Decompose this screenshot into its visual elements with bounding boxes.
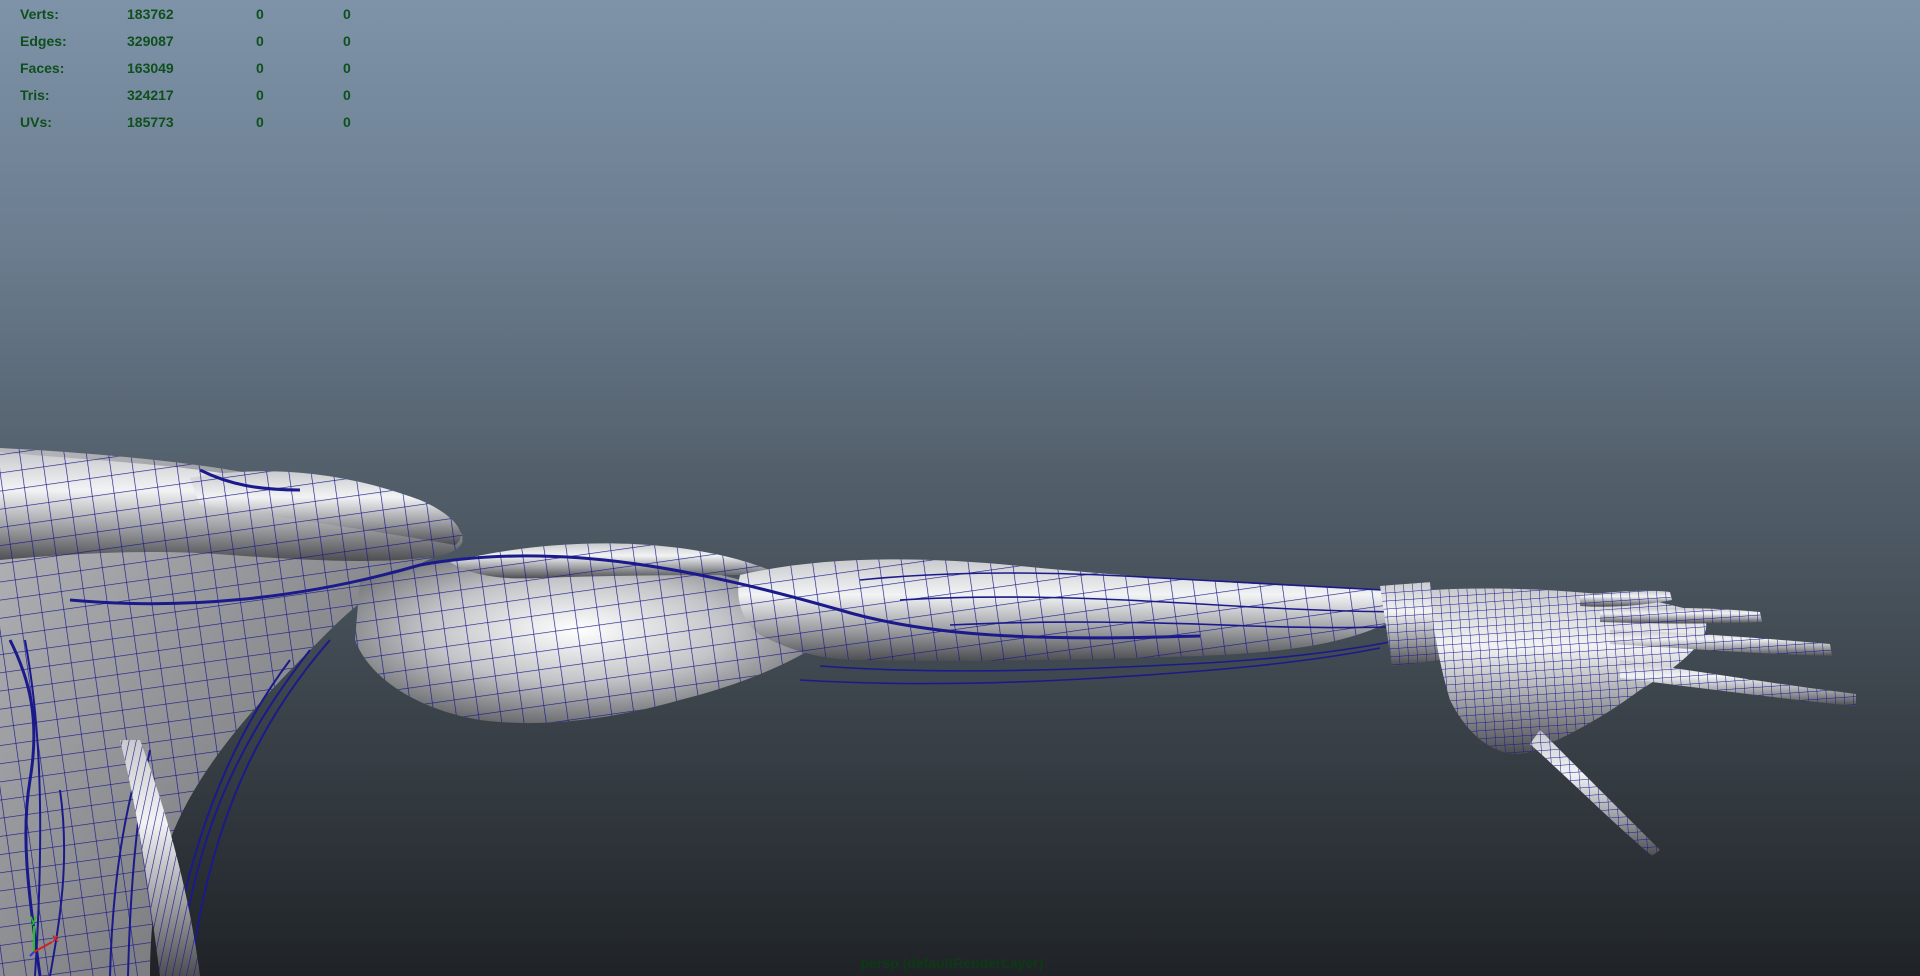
stat-total: 329087 <box>127 33 174 49</box>
stat-row-verts: Verts: 183762 0 0 <box>20 1 380 28</box>
stat-label: Edges: <box>20 33 67 49</box>
stat-row-tris: Tris: 324217 0 0 <box>20 82 380 109</box>
stat-label: Tris: <box>20 87 50 103</box>
stat-label: UVs: <box>20 114 52 130</box>
x-axis-label: x <box>52 931 59 945</box>
arm-muscle-model[interactable] <box>0 0 1920 976</box>
stat-row-edges: Edges: 329087 0 0 <box>20 28 380 55</box>
stat-components: 0 <box>343 60 351 76</box>
stat-selected: 0 <box>256 6 264 22</box>
stat-components: 0 <box>343 33 351 49</box>
stat-components: 0 <box>343 114 351 130</box>
stat-row-faces: Faces: 163049 0 0 <box>20 55 380 82</box>
stat-selected: 0 <box>256 87 264 103</box>
stat-total: 185773 <box>127 114 174 130</box>
stat-selected: 0 <box>256 60 264 76</box>
stat-label: Verts: <box>20 6 59 22</box>
stat-label: Faces: <box>20 60 65 76</box>
stat-total: 183762 <box>127 6 174 22</box>
stat-components: 0 <box>343 87 351 103</box>
viewport-persp[interactable]: Verts: 183762 0 0 Edges: 329087 0 0 Face… <box>0 0 1920 976</box>
stat-components: 0 <box>343 6 351 22</box>
stat-total: 324217 <box>127 87 174 103</box>
stat-selected: 0 <box>256 33 264 49</box>
x-axis-line <box>33 941 53 953</box>
camera-label: persp (defaultRenderLayer) <box>860 955 1044 971</box>
stat-row-uvs: UVs: 185773 0 0 <box>20 109 380 136</box>
stat-total: 163049 <box>127 60 174 76</box>
poly-count-hud: Verts: 183762 0 0 Edges: 329087 0 0 Face… <box>20 1 380 136</box>
axis-gizmo-icon: y x <box>29 912 59 957</box>
stat-selected: 0 <box>256 114 264 130</box>
y-axis-label: y <box>30 912 37 926</box>
